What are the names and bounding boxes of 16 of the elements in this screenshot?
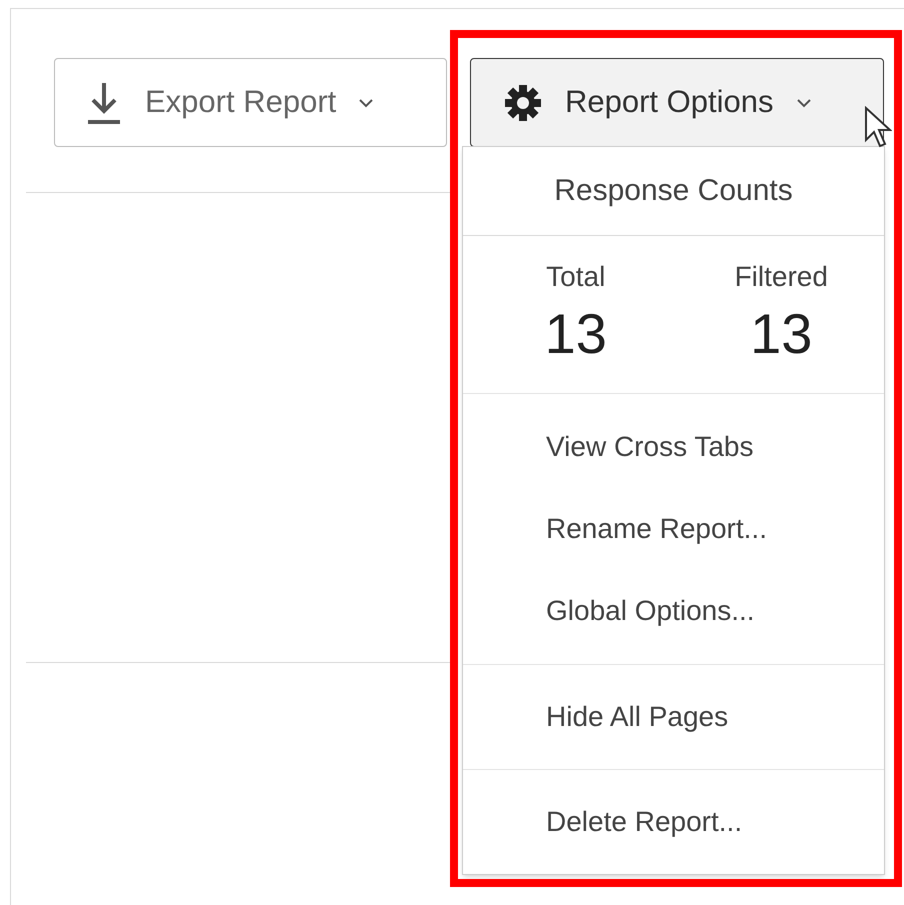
download-icon: [85, 80, 123, 124]
report-options-button[interactable]: Report Options: [470, 58, 884, 147]
count-label: Total: [546, 260, 606, 294]
count-value: 13: [544, 300, 607, 366]
menu-header: Response Counts: [554, 173, 793, 210]
count-label: Filtered: [734, 260, 828, 294]
chevron-down-icon: [796, 98, 812, 108]
settings-icon: [503, 82, 543, 122]
menu-item[interactable]: Hide All Pages: [463, 677, 884, 757]
menu-item[interactable]: Rename Report...: [463, 488, 884, 570]
menu-item[interactable]: Global Options...: [463, 570, 884, 652]
count-value: 13: [750, 300, 812, 366]
chevron-down-icon: [358, 98, 374, 108]
menu-item[interactable]: Delete Report...: [463, 782, 884, 862]
export-button[interactable]: Export Report: [54, 58, 447, 147]
menu-item[interactable]: View Cross Tabs: [463, 406, 884, 488]
